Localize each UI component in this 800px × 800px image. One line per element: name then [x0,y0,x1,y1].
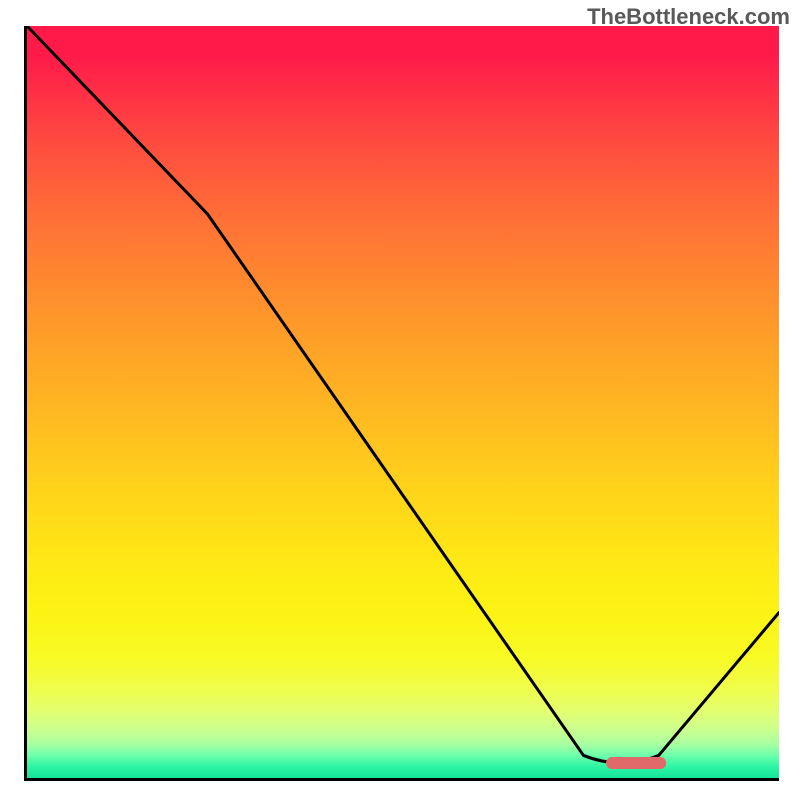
performance-curve [27,26,779,763]
chart-container: TheBottleneck.com [0,0,800,800]
watermark-text: TheBottleneck.com [587,4,790,30]
plot-area [24,26,779,781]
optimal-marker [606,757,666,769]
chart-svg [27,26,779,778]
